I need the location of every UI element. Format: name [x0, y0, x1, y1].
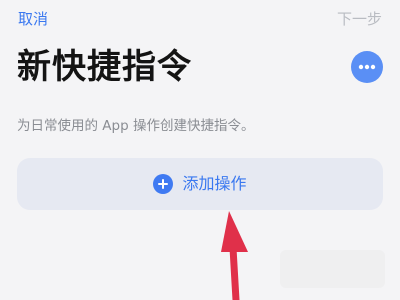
next-step-button[interactable]: 下一步	[337, 9, 382, 29]
page-title: 新快捷指令	[17, 47, 192, 87]
annotation-arrow-head	[221, 211, 248, 252]
more-options-button[interactable]	[351, 51, 383, 83]
add-action-label: 添加操作	[182, 174, 247, 193]
add-action-button[interactable]: 添加操作	[17, 158, 383, 210]
plus-circle-icon	[153, 174, 174, 194]
shortcut-description: 为日常使用的 App 操作创建快捷指令。	[17, 118, 255, 134]
blurred-region	[280, 250, 385, 288]
ellipsis-icon	[358, 64, 376, 70]
shortcut-editor-screen: 取消 下一步 新快捷指令 为日常使用的 App 操作创建快捷指令。 添加操作	[0, 0, 400, 300]
cancel-button[interactable]: 取消	[18, 9, 48, 29]
annotation-arrow-shaft	[229, 244, 240, 300]
